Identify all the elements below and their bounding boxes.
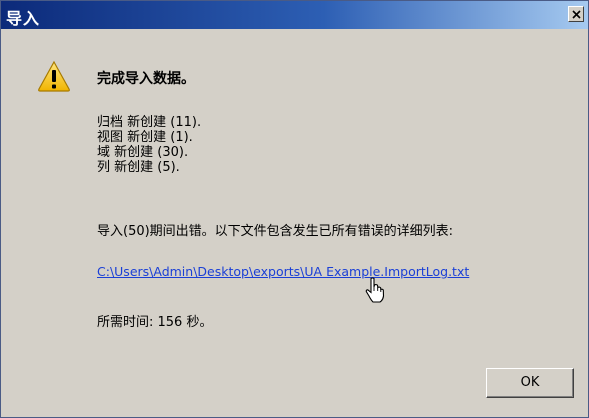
- summary-line-views: 视图 新创建 (1).: [97, 130, 193, 145]
- hand-cursor-icon: [365, 277, 385, 307]
- error-message: 导入(50)期间出错。以下文件包含发生已所有错误的详细列表:: [97, 224, 454, 239]
- warning-icon: [37, 60, 71, 96]
- close-icon: [572, 10, 581, 19]
- elapsed-time: 所需时间: 156 秒。: [97, 315, 213, 330]
- summary-line-columns: 列 新创建 (5).: [97, 160, 180, 175]
- message-heading: 完成导入数据。: [97, 71, 195, 87]
- close-button[interactable]: [568, 6, 584, 22]
- titlebar[interactable]: 导入: [1, 1, 588, 29]
- summary-list: 归档 新创建 (11). 视图 新创建 (1). 域 新创建 (30). 列 新…: [97, 115, 201, 175]
- summary-line-fields: 域 新创建 (30).: [97, 145, 189, 160]
- ok-button[interactable]: OK: [486, 368, 574, 398]
- import-dialog: 导入 完成导入数据。 归档 新创建 (11). 视图 新创建 (1). 域 新创…: [0, 0, 589, 418]
- import-log-link[interactable]: C:\Users\Admin\Desktop\exports\UA Exampl…: [97, 264, 469, 279]
- window-title: 导入: [6, 9, 41, 28]
- summary-line-archives: 归档 新创建 (11).: [97, 115, 202, 130]
